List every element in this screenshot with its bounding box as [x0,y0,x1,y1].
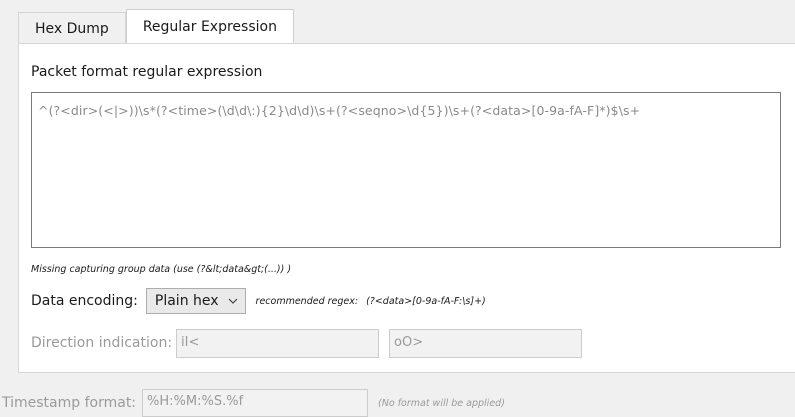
direction-indication-label: Direction indication: [31,335,173,351]
timestamp-format-label: Timestamp format: [2,395,137,411]
data-encoding-label: Data encoding: [31,293,138,309]
section-title: Packet format regular expression [31,64,263,80]
regular-expression-panel: Packet format regular expression ^(?<dir… [18,43,795,373]
direction-in-field[interactable]: iI< [176,328,380,358]
data-encoding-value: Plain hex [154,293,219,309]
tab-regular-expression[interactable]: Regular Expression [125,9,294,44]
direction-row: Direction indication: iI< oO> [31,328,583,358]
timestamp-row: Timestamp format: %H:%M:%S.%f (No format… [0,389,505,417]
recommended-regex-value: (?<data>[0-9a-fA-F:\s]+) [366,295,486,307]
tab-hex-dump[interactable]: Hex Dump [18,12,126,44]
encoding-row: Data encoding: Plain hex recommended reg… [31,287,486,315]
recommended-regex-label: recommended regex: [255,295,359,307]
data-encoding-select[interactable]: Plain hex [145,288,246,314]
timestamp-format-field[interactable]: %H:%M:%S.%f [142,389,369,417]
regex-input[interactable]: ^(?<dir>(<|>))\s*(?<time>(\d\d\:){2}\d\d… [31,92,781,248]
direction-out-field[interactable]: oO> [389,328,583,358]
timestamp-format-note: (No format will be applied) [378,397,505,409]
tab-bar: Hex Dump Regular Expression [18,8,294,44]
chevron-down-icon [228,298,237,304]
missing-group-note: Missing capturing group data (use (?&lt;… [31,264,292,275]
